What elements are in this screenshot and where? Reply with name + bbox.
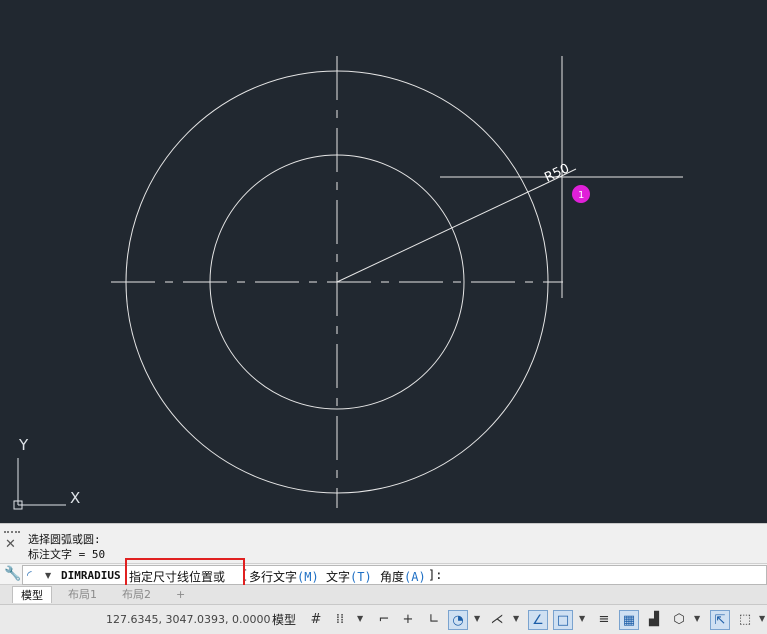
close-bracket: ]: bbox=[428, 568, 443, 582]
snap-icon[interactable]: ⁞⁞ bbox=[330, 610, 350, 630]
dynamic-input-icon[interactable]: + bbox=[398, 610, 418, 630]
tab-layout2[interactable]: 布局2 bbox=[114, 586, 159, 603]
model-space-button[interactable]: 模型 bbox=[272, 611, 296, 628]
command-history-panel: ✕ 选择圆弧或圆: 标注文字 = 50 bbox=[0, 523, 767, 563]
option-text[interactable]: 文字(T) bbox=[326, 568, 372, 585]
command-name: DIMRADIUS bbox=[61, 569, 121, 582]
filter-dropdown-chevron-icon[interactable]: ▼ bbox=[759, 614, 765, 623]
step-marker-number: 1 bbox=[578, 190, 584, 201]
snap-dropdown-chevron-icon[interactable]: ▼ bbox=[357, 614, 363, 623]
command-input[interactable]: ◜ ▼ DIMRADIUS 指定尺寸线位置或 [ 多行文字(M) 文字(T) 角… bbox=[22, 565, 767, 585]
panel-grip-icon[interactable] bbox=[4, 531, 20, 535]
option-mtext[interactable]: 多行文字(M) bbox=[249, 568, 319, 585]
history-line-2: 标注文字 = 50 bbox=[28, 548, 106, 561]
3d-snap-dropdown-chevron-icon[interactable]: ▼ bbox=[694, 614, 700, 623]
dimension-text[interactable]: R50 bbox=[542, 161, 572, 185]
history-line-1: 选择圆弧或圆: bbox=[28, 533, 101, 546]
ucs-icon bbox=[13, 458, 66, 510]
drawing-svg[interactable]: R50 1 Y X bbox=[0, 0, 767, 523]
option-angle[interactable]: 角度(A) bbox=[380, 568, 426, 585]
drawing-canvas[interactable]: R50 1 Y X bbox=[0, 0, 767, 523]
cursor-coordinates[interactable]: 127.6345, 3047.0393, 0.0000 bbox=[106, 613, 270, 626]
open-bracket: [ bbox=[241, 568, 249, 582]
customize-wrench-icon[interactable]: 🔧 bbox=[4, 566, 21, 582]
grid-icon[interactable]: # bbox=[306, 610, 326, 630]
polar-tracking-icon[interactable]: ◔ bbox=[448, 610, 468, 630]
transparency-icon[interactable]: ▦ bbox=[619, 610, 639, 630]
command-prompt: 指定尺寸线位置或 bbox=[129, 570, 226, 584]
object-snap-tracking-icon[interactable]: ∠ bbox=[528, 610, 548, 630]
ucs-y-label: Y bbox=[18, 436, 29, 454]
isodraft-dropdown-chevron-icon[interactable]: ▼ bbox=[513, 614, 519, 623]
command-line: 🔧 ◜ ▼ DIMRADIUS 指定尺寸线位置或 [ 多行文字(M) 文字(T)… bbox=[0, 563, 767, 585]
radius-command-icon[interactable]: ◜ bbox=[27, 568, 32, 582]
status-bar: 127.6345, 3047.0393, 0.0000 模型 # ⁞⁞ ▼ ⌐ … bbox=[0, 604, 767, 634]
object-snap-icon[interactable]: □ bbox=[553, 610, 573, 630]
3d-object-snap-icon[interactable]: ⬡ bbox=[669, 610, 689, 630]
infer-constraints-icon[interactable]: ⌐ bbox=[374, 610, 394, 630]
tab-layout1[interactable]: 布局1 bbox=[60, 586, 105, 603]
recent-commands-chevron-icon[interactable]: ▼ bbox=[45, 571, 51, 580]
radius-dimension-line[interactable] bbox=[336, 183, 546, 283]
ortho-icon[interactable]: ∟ bbox=[424, 610, 444, 630]
close-icon[interactable]: ✕ bbox=[5, 538, 16, 552]
lineweight-icon[interactable]: ≡ bbox=[594, 610, 614, 630]
isodraft-icon[interactable]: ⋌ bbox=[487, 610, 507, 630]
dynamic-ucs-icon[interactable]: ⇱ bbox=[710, 610, 730, 630]
osnap-dropdown-chevron-icon[interactable]: ▼ bbox=[579, 614, 585, 623]
layout-tabs: 模型 布局1 布局2 + bbox=[0, 585, 767, 604]
selection-filter-icon[interactable]: ⬚ bbox=[735, 610, 755, 630]
tab-model[interactable]: 模型 bbox=[12, 586, 52, 603]
selection-cycling-icon[interactable]: ▟ bbox=[644, 610, 664, 630]
ucs-x-label: X bbox=[70, 489, 80, 507]
polar-dropdown-chevron-icon[interactable]: ▼ bbox=[474, 614, 480, 623]
add-layout-tab[interactable]: + bbox=[168, 586, 193, 603]
